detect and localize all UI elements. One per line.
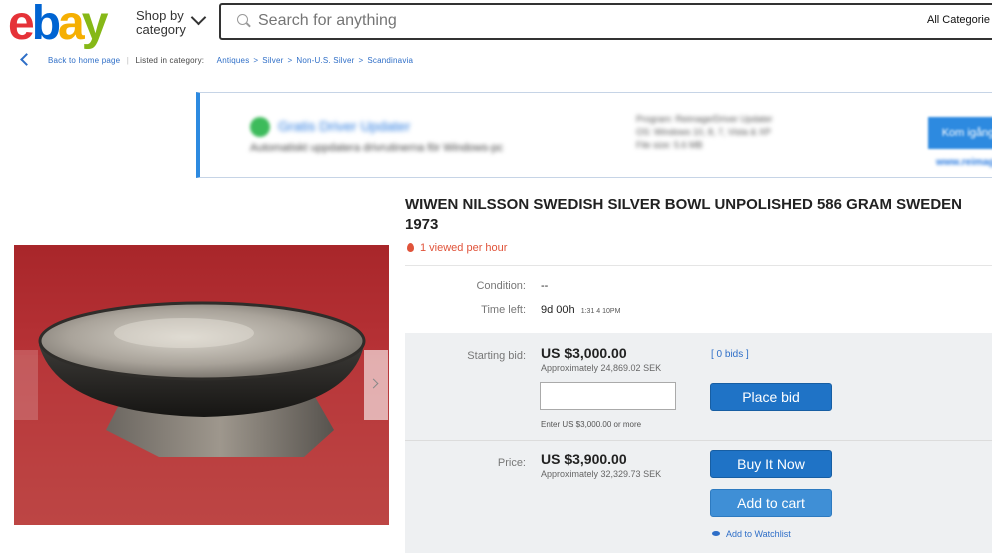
breadcrumb-antiques[interactable]: Antiques — [217, 56, 250, 65]
breadcrumb-separator: > — [287, 56, 293, 65]
viewed-per-hour: 1 viewed per hour — [407, 242, 507, 254]
panel-divider — [405, 440, 992, 441]
search-icon — [237, 14, 248, 25]
buy-it-now-button[interactable]: Buy It Now — [710, 450, 832, 478]
logo-letter-b: b — [31, 0, 61, 50]
shop-by-category-button[interactable]: Shop by category — [136, 9, 192, 37]
product-image[interactable] — [14, 245, 389, 525]
watchlist-label: Add to Watchlist — [726, 529, 791, 539]
all-categories-select[interactable]: All Categorie — [927, 14, 990, 26]
back-to-home-link[interactable]: Back to home page — [48, 56, 120, 65]
condition-value: -- — [541, 280, 549, 292]
bids-count-link[interactable]: [ 0 bids ] — [711, 349, 749, 360]
add-to-watchlist-link[interactable]: Add to Watchlist — [712, 529, 791, 539]
silver-bowl-photo — [14, 245, 389, 525]
starting-bid-approx: Approximately 24,869.02 SEK — [541, 363, 662, 373]
ad-banner[interactable] — [196, 92, 992, 178]
fire-icon — [407, 243, 414, 252]
ebay-logo[interactable]: ebay — [8, 0, 109, 50]
logo-letter-e: e — [8, 0, 35, 50]
logo-letter-a: a — [58, 0, 85, 50]
add-to-cart-button[interactable]: Add to cart — [710, 489, 832, 517]
image-next-button[interactable] — [364, 350, 388, 420]
bid-amount-input[interactable] — [540, 382, 676, 410]
buy-price: US $3,900.00 — [541, 451, 627, 467]
shop-by-label: Shop by category — [136, 8, 186, 37]
breadcrumb: Back to home page | Listed in category: … — [48, 56, 413, 65]
ad-meta-line: File size: 5.6 MB — [636, 140, 703, 150]
time-left-main: 9d 00h — [541, 304, 575, 316]
condition-label: Condition: — [476, 280, 526, 292]
ad-meta-line: Program: Reimage/Driver Updater — [636, 114, 773, 124]
time-left-detail: 1:31 4 10PM — [580, 308, 621, 315]
ad-link[interactable]: www.reimage.com — [936, 157, 992, 168]
ad-description: Automatiskt uppdatera drivrutinerna för … — [250, 142, 504, 154]
breadcrumb-scandinavia[interactable]: Scandinavia — [367, 56, 413, 65]
starting-bid-label: Starting bid: — [467, 350, 526, 362]
bid-panel — [405, 333, 992, 553]
back-arrow-icon[interactable] — [20, 53, 33, 66]
viewed-text: 1 viewed per hour — [420, 242, 508, 254]
bid-input-hint: Enter US $3,000.00 or more — [541, 420, 642, 429]
chevron-down-icon[interactable] — [190, 9, 207, 26]
logo-letter-y: y — [81, 0, 109, 50]
ad-meta-line: OS: Windows 10, 8, 7, Vista & XP — [636, 127, 771, 137]
breadcrumb-divider: | — [126, 56, 130, 65]
divider — [405, 265, 992, 266]
chevron-right-icon — [368, 378, 379, 389]
search-input[interactable] — [258, 12, 858, 30]
ad-button[interactable]: Kom igång — [928, 117, 992, 149]
listing-title: WIWEN NILSSON SWEDISH SILVER BOWL UNPOLI… — [405, 196, 962, 233]
buy-price-approx: Approximately 32,329.73 SEK — [541, 469, 662, 479]
eye-icon — [712, 531, 720, 536]
ad-meta: Program: Reimage/Driver Updater OS: Wind… — [636, 113, 773, 152]
time-left-value: 9d 00h 1:31 4 10PM — [541, 304, 620, 316]
image-prev-button[interactable] — [14, 350, 38, 420]
ad-title[interactable]: Gratis Driver Updater — [278, 118, 410, 134]
breadcrumb-silver[interactable]: Silver — [262, 56, 283, 65]
ad-logo-icon — [250, 117, 270, 137]
breadcrumb-separator: > — [253, 56, 259, 65]
time-left-label: Time left: — [481, 304, 526, 316]
starting-bid-price: US $3,000.00 — [541, 345, 627, 361]
price-label: Price: — [497, 457, 526, 469]
breadcrumb-separator: > — [358, 56, 364, 65]
place-bid-button[interactable]: Place bid — [710, 383, 832, 411]
listed-in-label: Listed in category: — [135, 56, 205, 65]
breadcrumb-non-us-silver[interactable]: Non-U.S. Silver — [296, 56, 354, 65]
